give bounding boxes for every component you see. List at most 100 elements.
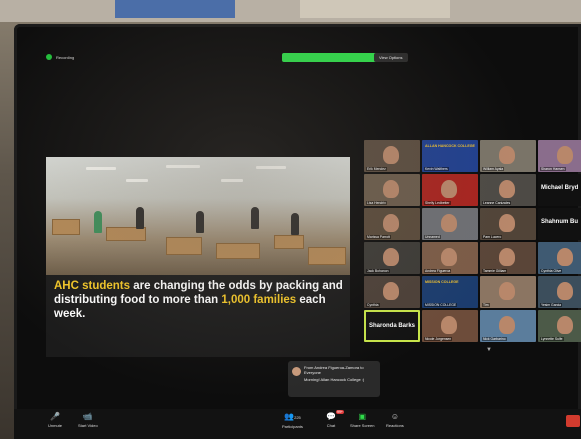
participant-tile[interactable]: Erik Mendez [364, 140, 420, 172]
participant-tile[interactable]: Tammie Gilliam [480, 242, 536, 274]
volunteer [251, 207, 259, 229]
recording-label: Recording [56, 54, 75, 60]
volunteer [196, 211, 204, 233]
participant-name: Tim [482, 303, 490, 307]
participants-label: Participants [282, 424, 303, 429]
participant-name: Tammie Gilliam [482, 269, 508, 273]
start-video-label: Start Video [78, 423, 98, 428]
participant-tile[interactable]: Nick Garbarino [480, 310, 536, 342]
participant-tile[interactable]: Nicole Jorgensen [422, 310, 478, 342]
participant-name: Kevin Walthers [424, 167, 449, 171]
participant-name: Sharon Hansen [540, 167, 566, 171]
chat-icon: 💬 [326, 412, 336, 421]
participant-tile[interactable]: ALLAN HANCOCK COLLEGE Kevin Walthers [422, 140, 478, 172]
participant-name: Jack Bohanon [366, 269, 390, 273]
chat-sender: From Andrea Figueroa-Zamora to Everyone [304, 365, 364, 375]
cardboard-box [166, 237, 202, 255]
ceiling-light [256, 166, 286, 169]
virtual-background-text: MISSION COLLEGE [425, 280, 459, 284]
participant-face [499, 248, 515, 266]
chat-notification[interactable]: From Andrea Figueroa-Zamora to Everyone … [288, 361, 380, 397]
warehouse-photo [46, 157, 350, 275]
participant-face [499, 282, 515, 300]
wall-poster [300, 0, 450, 18]
participant-face [383, 146, 399, 164]
reactions-label: Reactions [386, 423, 404, 428]
participant-tile[interactable]: Marissa Parrott [364, 208, 420, 240]
participant-tile[interactable]: Andrea Figueroa [422, 242, 478, 274]
participant-tile[interactable]: Pam Lucero [480, 208, 536, 240]
participant-tile[interactable]: Lynnette Sulfe [538, 310, 581, 342]
participant-name: Leanne Canizales [482, 201, 512, 205]
participant-tile[interactable]: Shahnum Bu [538, 208, 581, 240]
participant-tile[interactable]: William Ayala [480, 140, 536, 172]
participant-name: Nicole Jorgensen [424, 337, 453, 341]
participant-name: Marissa Parrott [366, 235, 391, 239]
sharing-status-bar[interactable] [282, 53, 382, 62]
chat-badge: 99+ [336, 410, 344, 414]
chevron-down-icon[interactable]: ▼ [486, 347, 492, 353]
participant-name: Sharonda Barks [369, 323, 416, 329]
chat-button[interactable]: 💬 99+ Chat [326, 410, 344, 428]
start-video-button[interactable]: 📹 Start Video [78, 412, 98, 428]
participant-tile[interactable]: Shelly Ledbetter [422, 174, 478, 206]
participant-face [499, 180, 515, 198]
participant-tile[interactable]: Cynthia Olive [538, 242, 581, 274]
ceiling-light [86, 167, 116, 170]
share-screen-button[interactable]: ▣ Share Screen [350, 412, 374, 428]
ceiling-light [221, 179, 243, 182]
participant-face [441, 248, 457, 266]
participant-gallery: Erik Mendez ALLAN HANCOCK COLLEGE Kevin Wa… [364, 140, 581, 350]
participant-tile[interactable]: Sharon Hansen [538, 140, 581, 172]
video-off-icon: 📹 [82, 412, 93, 421]
participant-tile[interactable]: Lisa Hendrix [364, 174, 420, 206]
share-screen-icon: ▣ [358, 412, 367, 421]
participant-tile[interactable]: Tim [480, 276, 536, 308]
participants-count: 225 [294, 415, 301, 420]
ceiling-light [166, 165, 200, 168]
chat-message: Morning! Allan Hancock College :) [304, 377, 365, 382]
participant-tile[interactable]: Sharonda Barks [364, 310, 420, 342]
participant-name: Pam Lucero [482, 235, 503, 239]
ceiling-light [126, 179, 148, 182]
wall-poster [115, 0, 235, 18]
volunteer [94, 211, 102, 233]
participant-name: William Ayala [482, 167, 505, 171]
participant-name: Erik Mendez [366, 167, 387, 171]
participant-face [383, 282, 399, 300]
view-options-button[interactable]: View Options [374, 53, 408, 62]
wall-background [0, 0, 581, 22]
participant-name: Nick Garbarino [482, 337, 507, 341]
meeting-toolbar: 🎤 Unmute 📹 Start Video 👥225 Participants… [14, 409, 581, 439]
participant-name: Lynnette Sulfe [540, 337, 564, 341]
reactions-button[interactable]: ☺ Reactions [386, 412, 404, 428]
participant-name: Shelly Ledbetter [424, 201, 451, 205]
participant-face [557, 316, 573, 334]
unmute-button[interactable]: 🎤 Unmute [48, 412, 62, 428]
cardboard-box [308, 247, 346, 265]
caption-highlight: AHC students [54, 280, 131, 292]
end-button[interactable] [566, 415, 580, 427]
cardboard-box [216, 243, 260, 259]
participant-face [441, 180, 457, 198]
participant-name: Cynthia Olive [540, 269, 563, 273]
participant-tile[interactable]: MISSION COLLEGE MISSION COLLEGE [422, 276, 478, 308]
recording-indicator: Recording [46, 54, 74, 60]
participants-button[interactable]: 👥225 Participants [282, 412, 303, 429]
shared-screen: AHC students are changing the odds by pa… [46, 157, 350, 357]
participant-face [441, 214, 457, 232]
participant-face [441, 316, 457, 334]
participant-tile[interactable]: Unnamed [422, 208, 478, 240]
participant-tile[interactable]: Cynthia [364, 276, 420, 308]
microphone-muted-icon: 🎤 [50, 412, 60, 421]
participant-face [499, 214, 515, 232]
volunteer [291, 213, 299, 235]
cardboard-box [106, 227, 146, 241]
participant-tile[interactable]: Michael Bryd [538, 174, 581, 206]
monitor-screen: Recording View Options AHC students are … [14, 24, 581, 439]
participant-tile[interactable]: Leanne Canizales [480, 174, 536, 206]
participant-tile[interactable]: Yesim Garcia [538, 276, 581, 308]
participant-face [557, 248, 573, 266]
recording-dot-icon [46, 54, 52, 60]
participant-tile[interactable]: Jack Bohanon [364, 242, 420, 274]
